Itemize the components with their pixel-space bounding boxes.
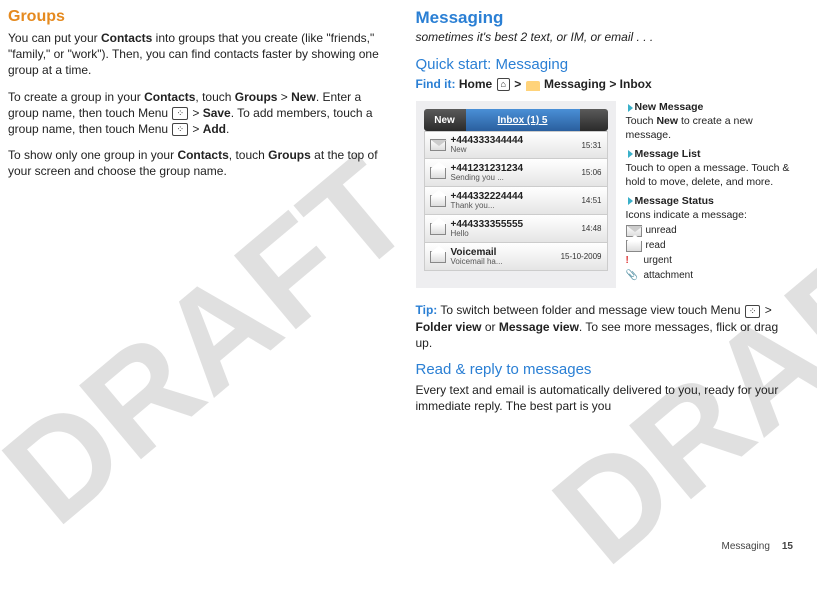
message-row[interactable]: +444332224444Thank you...14:51 — [424, 187, 608, 215]
right-column: Messaging sometimes it's best 2 text, or… — [416, 8, 794, 424]
leader-icon — [628, 197, 633, 205]
inbox-tab[interactable]: Inbox (1) 5 — [466, 109, 580, 131]
message-row[interactable]: +444333355555Hello14:48 — [424, 215, 608, 243]
annot-message-status: Message Status Icons indicate a message:… — [626, 195, 794, 282]
groups-para-3: To show only one group in your Contacts,… — [8, 147, 386, 179]
annot-new-message: New Message Touch New to create a new me… — [626, 101, 794, 142]
message-content: +444332224444Thank you... — [451, 191, 582, 211]
menu-icon: ⁘ — [172, 107, 188, 120]
urgent-icon: ! — [626, 254, 640, 267]
groups-heading: Groups — [8, 8, 386, 26]
leader-icon — [628, 104, 633, 112]
tip-para: Tip: To switch between folder and messag… — [416, 302, 794, 351]
quickstart-heading: Quick start: Messaging — [416, 56, 794, 73]
read-reply-heading: Read & reply to messages — [416, 361, 794, 378]
message-content: +441231231234Sending you ... — [451, 163, 582, 183]
menu-icon: ⁘ — [745, 305, 761, 318]
folder-icon — [526, 81, 540, 91]
page-footer: Messaging15 — [722, 541, 793, 552]
read-icon — [430, 251, 446, 263]
message-time: 15:31 — [581, 141, 606, 150]
phone-screenshot: New Inbox (1) 5 +444333344444New15:31+44… — [416, 101, 616, 288]
message-list[interactable]: +444333344444New15:31+441231231234Sendin… — [424, 131, 608, 271]
message-row[interactable]: +441231231234Sending you ...15:06 — [424, 159, 608, 187]
read-icon — [430, 223, 446, 235]
message-time: 15:06 — [581, 168, 606, 177]
groups-para-2: To create a group in your Contacts, touc… — [8, 89, 386, 138]
leader-icon — [628, 150, 633, 158]
message-row[interactable]: +444333344444New15:31 — [424, 131, 608, 159]
message-content: +444333355555Hello — [451, 219, 582, 239]
home-icon: ⌂ — [497, 78, 510, 91]
groups-para-1: You can put your Contacts into groups th… — [8, 30, 386, 79]
messaging-subtitle: sometimes it's best 2 text, or IM, or em… — [416, 30, 794, 44]
read-icon — [430, 167, 446, 179]
attachment-icon: 📎 — [626, 269, 640, 282]
annotations: New Message Touch New to create a new me… — [626, 101, 794, 288]
messaging-heading: Messaging — [416, 8, 794, 28]
left-column: Groups You can put your Contacts into gr… — [8, 8, 386, 424]
message-time: 14:48 — [581, 224, 606, 233]
find-it-line: Find it: Home ⌂ > Messaging > Inbox — [416, 77, 794, 91]
message-content: +444333344444New — [451, 135, 582, 155]
dropdown-tab[interactable] — [580, 109, 608, 131]
message-time: 15-10-2009 — [561, 252, 607, 261]
new-tab[interactable]: New — [424, 109, 466, 131]
message-content: VoicemailVoicemail ha... — [451, 247, 561, 267]
unread-icon — [430, 139, 446, 151]
menu-icon: ⁘ — [172, 123, 188, 136]
read-reply-para: Every text and email is automatically de… — [416, 382, 794, 414]
message-row[interactable]: VoicemailVoicemail ha...15-10-2009 — [424, 243, 608, 271]
read-icon — [626, 240, 642, 252]
read-icon — [430, 195, 446, 207]
annot-message-list: Message List Touch to open a message. To… — [626, 148, 794, 189]
message-time: 14:51 — [581, 196, 606, 205]
